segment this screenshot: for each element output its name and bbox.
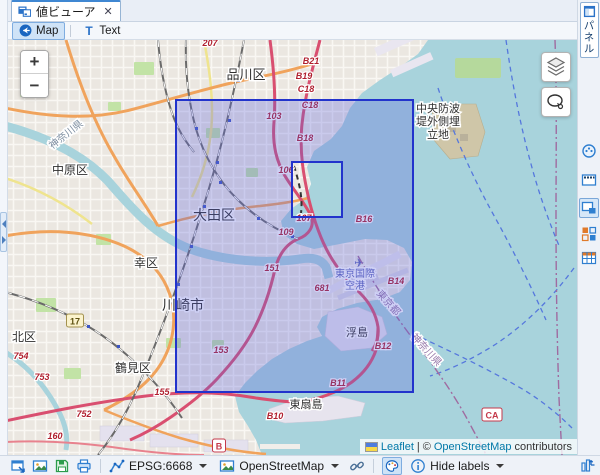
viewer-panel-icon: [581, 200, 597, 216]
expand-right-icon: [2, 236, 6, 244]
link-button[interactable]: [349, 458, 365, 474]
print-button[interactable]: [76, 458, 92, 474]
svg-text:753: 753: [34, 372, 49, 382]
basemap-dropdown-caret: [331, 464, 339, 468]
svg-text:幸区: 幸区: [134, 256, 158, 270]
collapse-left-icon: [2, 220, 6, 228]
tab-value-viewer[interactable]: 値ビューア ✕: [11, 0, 121, 21]
tab-title: 値ビューア: [36, 3, 96, 20]
palette-icon: [385, 459, 399, 473]
status-separator-2: [373, 459, 374, 473]
focus-circle-button[interactable]: [581, 143, 597, 159]
map-view-button[interactable]: Map: [12, 22, 65, 40]
basemap-selector[interactable]: OpenStreetMap: [219, 458, 339, 474]
svg-text:B: B: [216, 442, 223, 452]
zoom-out-button[interactable]: −: [21, 74, 48, 97]
svg-text:B19: B19: [296, 71, 313, 81]
attribution-suffix: contributors: [515, 441, 572, 453]
palette-button[interactable]: [382, 457, 402, 475]
viewer-window-icon: [18, 5, 31, 17]
svg-text:207: 207: [201, 40, 218, 48]
crs-selector[interactable]: EPSG:6668: [109, 458, 207, 474]
info-icon: [410, 458, 426, 474]
selection-overlay: [176, 100, 413, 392]
main-column: 値ビューア ✕ Map T Text: [8, 0, 577, 455]
table-icon: [581, 250, 597, 266]
ukraine-flag-icon: [365, 442, 378, 452]
text-view-button[interactable]: T Text: [76, 22, 127, 40]
crs-value: EPSG:6668: [129, 459, 192, 473]
raster-icon: [581, 172, 597, 188]
image-export-button[interactable]: [32, 458, 48, 474]
svg-text:品川区: 品川区: [226, 67, 265, 82]
svg-text:北区: 北区: [12, 330, 36, 344]
panel-tab[interactable]: パネル: [580, 2, 599, 58]
lasso-icon: [545, 91, 567, 113]
svg-text:C18: C18: [298, 84, 315, 94]
map-globe-icon: [19, 24, 32, 37]
crs-dropdown-caret: [199, 464, 207, 468]
svg-text:155: 155: [154, 387, 170, 397]
text-button-label: Text: [99, 25, 120, 37]
layers-button[interactable]: [541, 52, 571, 82]
panel-tab-label: パネル: [582, 20, 597, 55]
focus-circle-icon: [581, 143, 597, 159]
value-viewer-window: 値ビューア ✕ Map T Text: [0, 0, 600, 475]
svg-text:17: 17: [70, 317, 80, 327]
svg-text:B10: B10: [267, 411, 284, 421]
save-button[interactable]: [54, 458, 70, 474]
selection-region-fill: [176, 100, 413, 392]
basemap-icon: [219, 458, 235, 474]
zoom-control: + −: [20, 50, 49, 98]
attribution-divider: |: [417, 441, 420, 453]
open-window-button[interactable]: [10, 458, 26, 474]
raster-panel-button[interactable]: [581, 172, 597, 188]
panel-icon: [583, 5, 596, 18]
map-attribution: Leaflet | © OpenStreetMap contributors: [360, 439, 577, 454]
view-toolbar: Map T Text: [8, 22, 577, 40]
status-separator: [100, 459, 101, 473]
text-icon: T: [83, 24, 95, 37]
tiles-icon: [581, 226, 597, 242]
svg-text:中原区: 中原区: [52, 162, 88, 177]
labels-toggle-text: Hide labels: [430, 459, 489, 473]
crs-polyline-icon: [109, 458, 125, 474]
layers-icon: [545, 56, 567, 78]
tab-bar: 値ビューア ✕: [8, 0, 577, 22]
toolbar-separator: [70, 25, 71, 37]
tiles-panel-button[interactable]: [581, 226, 597, 242]
leaflet-link[interactable]: Leaflet: [381, 441, 414, 453]
tab-close-icon[interactable]: ✕: [104, 5, 113, 18]
move-panel-button[interactable]: [580, 457, 596, 473]
svg-text:鶴見区: 鶴見区: [115, 360, 151, 375]
panel-splitter-handle[interactable]: [0, 212, 7, 252]
svg-text:東扇島: 東扇島: [290, 397, 323, 411]
zoom-in-button[interactable]: +: [21, 51, 48, 74]
svg-text:堤外側埋: 堤外側埋: [416, 115, 460, 128]
svg-text:立地: 立地: [427, 127, 449, 141]
svg-text:中央防波: 中央防波: [416, 101, 460, 115]
svg-text:T: T: [86, 24, 94, 37]
copyright-symbol: ©: [423, 441, 431, 453]
svg-text:B21: B21: [303, 56, 320, 66]
table-panel-button[interactable]: [581, 250, 597, 266]
svg-text:CA: CA: [486, 411, 499, 421]
osm-link[interactable]: OpenStreetMap: [434, 441, 512, 453]
map-canvas[interactable]: ✈: [8, 40, 577, 455]
svg-text:160: 160: [47, 431, 62, 441]
map-button-label: Map: [36, 25, 58, 37]
basemap-value: OpenStreetMap: [239, 459, 324, 473]
svg-text:754: 754: [13, 351, 28, 361]
leaflet-map[interactable]: ✈: [8, 40, 577, 455]
lasso-select-button[interactable]: [541, 87, 571, 117]
labels-dropdown-caret: [496, 464, 504, 468]
left-panel-strip: [0, 0, 8, 455]
labels-toggle[interactable]: Hide labels: [410, 458, 504, 474]
status-bar: EPSG:6668 OpenStreetMap: [0, 455, 600, 475]
right-sidebar: パネル: [577, 0, 600, 455]
svg-text:752: 752: [76, 409, 91, 419]
viewer-panel-button[interactable]: [579, 198, 599, 218]
